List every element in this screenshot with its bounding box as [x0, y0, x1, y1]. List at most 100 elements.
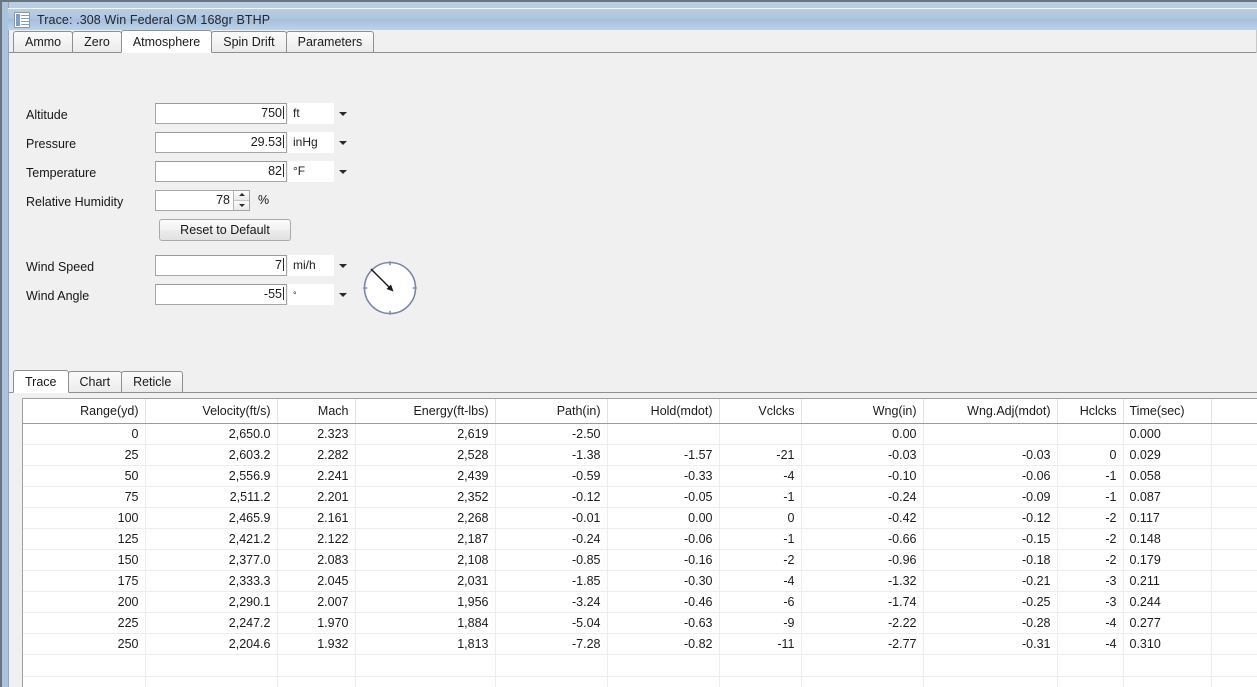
column-header-wng[interactable]: Wng(in): [801, 399, 924, 424]
relative-humidity-stepper[interactable]: 78: [155, 190, 250, 211]
pressure-input[interactable]: 29.53: [155, 132, 287, 153]
cell-path: -0.85: [495, 549, 608, 571]
wind-angle-value: -55: [263, 287, 282, 301]
table-row[interactable]: 100 2,465.9 2.161 2,268 -0.01 0.00 0 -0.42 -0.12…: [23, 507, 1257, 529]
table-row[interactable]: 250 2,204.6 1.932 1,813 -7.28 -0.82 -11 -2.77 -0…: [23, 633, 1257, 655]
temperature-unit-combo[interactable]: °F: [288, 161, 351, 182]
wind-direction-compass[interactable]: [360, 258, 420, 318]
chevron-down-icon[interactable]: [334, 161, 351, 182]
table-row[interactable]: 75 2,511.2 2.201 2,352 -0.12 -0.05 -1 -0.24 -0.0…: [23, 486, 1257, 508]
tab-chart-label: Chart: [79, 375, 111, 389]
cell-velocity: 2,650.0: [145, 423, 278, 445]
cell-path: -7.28: [495, 633, 608, 655]
temperature-input[interactable]: 82: [155, 161, 287, 182]
altitude-value: 750: [261, 106, 282, 120]
cell-ogw: 670: [1211, 486, 1257, 508]
cell-range: 100: [23, 507, 146, 529]
cell-wng: -0.03: [801, 444, 924, 466]
text-caret: [283, 135, 284, 148]
settings-tabstrip: Ammo Zero Atmosphere Spin Drift Paramete…: [9, 30, 1256, 53]
table-row[interactable]: 175 2,333.3 2.045 2,031 -1.85 -0.30 -4 -1.32 -0.…: [23, 570, 1257, 592]
altitude-unit-combo[interactable]: ft: [288, 103, 351, 124]
cell-range: 0: [23, 423, 146, 445]
cell-wngadj: -0.28: [923, 612, 1058, 634]
cell-velocity: 2,247.2: [145, 612, 278, 634]
cell-range: 150: [23, 549, 146, 571]
column-header-wngadj[interactable]: Wng.Adj(mdot): [923, 399, 1058, 424]
chevron-down-icon[interactable]: [334, 284, 351, 305]
stepper-buttons[interactable]: [233, 191, 249, 210]
tab-parameters[interactable]: Parameters: [285, 31, 375, 52]
cell-empty: [719, 676, 802, 687]
table-row[interactable]: 150 2,377.0 2.083 2,108 -0.85 -0.16 -2 -0.96 -0.…: [23, 549, 1257, 571]
tab-reticle[interactable]: Reticle: [121, 371, 184, 392]
cell-time: 0.029: [1123, 444, 1212, 466]
altitude-input[interactable]: 750: [155, 103, 287, 124]
column-header-path[interactable]: Path(in): [495, 399, 608, 424]
chevron-down-icon[interactable]: [334, 132, 351, 153]
cell-hclcks: -1: [1057, 465, 1124, 487]
wind-speed-value: 7: [275, 258, 282, 272]
column-header-velocity[interactable]: Velocity(ft/s): [145, 399, 278, 424]
column-header-hclcks[interactable]: Hclcks: [1057, 399, 1124, 424]
chevron-down-icon[interactable]: [334, 255, 351, 276]
column-header-mach[interactable]: Mach: [277, 399, 356, 424]
cell-velocity: 2,333.3: [145, 570, 278, 592]
table-row[interactable]: 25 2,603.2 2.282 2,528 -1.38 -1.57 -21 -0.03 -0.…: [23, 444, 1257, 466]
table-header-row: Range(yd) Velocity(ft/s) Mach Energy(ft-lbs…: [23, 399, 1257, 424]
cell-empty: [145, 654, 278, 677]
stepper-up-icon[interactable]: [234, 191, 249, 201]
cell-ogw: 788: [1211, 423, 1257, 445]
tab-zero[interactable]: Zero: [72, 31, 122, 52]
cell-hold: -0.33: [607, 465, 720, 487]
tab-chart[interactable]: Chart: [67, 371, 123, 392]
wind-angle-input[interactable]: -55: [155, 284, 287, 305]
table-row[interactable]: 225 2,247.2 1.970 1,884 -5.04 -0.63 -9 -2.22 -0.…: [23, 612, 1257, 634]
cell-energy: 2,031: [355, 570, 496, 592]
column-header-range[interactable]: Range(yd): [23, 399, 146, 424]
cell-wngadj: -0.18: [923, 549, 1058, 571]
tab-spin-drift[interactable]: Spin Drift: [211, 31, 287, 52]
wind-angle-unit-combo[interactable]: °: [288, 284, 351, 305]
table-row[interactable]: 125 2,421.2 2.122 2,187 -0.24 -0.06 -1 -0.66 -0.…: [23, 528, 1257, 550]
cell-energy: 2,528: [355, 444, 496, 466]
text-caret: [283, 258, 284, 271]
settings-panel: Ammo Zero Atmosphere Spin Drift Paramete…: [9, 30, 1257, 370]
cell-hclcks: -4: [1057, 612, 1124, 634]
trace-table-container[interactable]: Range(yd) Velocity(ft/s) Mach Energy(ft-lbs…: [22, 398, 1257, 687]
cell-empty: [495, 676, 608, 687]
cell-mach: 2.323: [277, 423, 356, 445]
atmosphere-form: Altitude 750 ft Pressure 29.53 inHg Temp…: [9, 53, 1257, 370]
column-header-ogw[interactable]: OGW(lbs): [1211, 399, 1257, 424]
tab-trace[interactable]: Trace: [13, 370, 69, 393]
stepper-down-icon[interactable]: [234, 200, 249, 210]
cell-range: 250: [23, 633, 146, 655]
table-row[interactable]: 02,650.02.3232,619-2.50 0.00 0.000788: [23, 423, 1257, 445]
cell-hclcks: -2: [1057, 507, 1124, 529]
cell-time: 0.117: [1123, 507, 1212, 529]
column-header-hold[interactable]: Hold(mdot): [607, 399, 720, 424]
table-row[interactable]: 50 2,556.9 2.241 2,439 -0.59 -0.33 -4 -0.10 -0.0…: [23, 465, 1257, 487]
cell-hold: -1.57: [607, 444, 720, 466]
cell-empty: [277, 676, 356, 687]
cell-time: 0.058: [1123, 465, 1212, 487]
chevron-down-icon[interactable]: [334, 103, 351, 124]
column-header-vclcks[interactable]: Vclcks: [719, 399, 802, 424]
cell-vclcks: -9: [719, 612, 802, 634]
column-header-energy[interactable]: Energy(ft-lbs): [355, 399, 496, 424]
tab-atmosphere[interactable]: Atmosphere: [120, 30, 213, 53]
reset-to-default-button[interactable]: Reset to Default: [159, 219, 291, 241]
wind-speed-input[interactable]: 7: [155, 255, 287, 276]
altitude-unit-value: ft: [288, 103, 334, 124]
tabstrip-filler: [373, 31, 1256, 52]
cell-ogw: 635: [1211, 507, 1257, 529]
wind-speed-unit-combo[interactable]: mi/h: [288, 255, 351, 276]
table-row[interactable]: 200 2,290.1 2.007 1,956 -3.24 -0.46 -6 -1.74 -0.…: [23, 591, 1257, 613]
cell-wngadj: -0.21: [923, 570, 1058, 592]
tab-ammo[interactable]: Ammo: [13, 31, 74, 52]
cell-vclcks: -1: [719, 528, 802, 550]
column-header-time[interactable]: Time(sec): [1123, 399, 1212, 424]
cell-wng: -2.77: [801, 633, 924, 655]
pressure-unit-combo[interactable]: inHg: [288, 132, 351, 153]
cell-wng: -1.74: [801, 591, 924, 613]
